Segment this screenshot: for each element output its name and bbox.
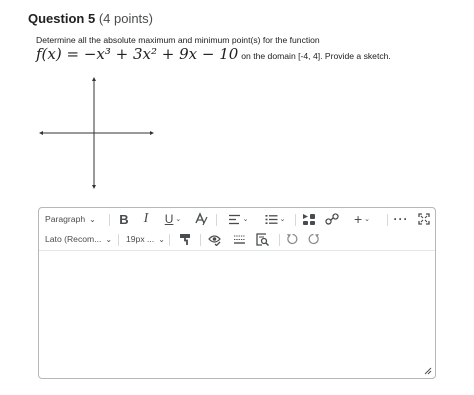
link-icon	[325, 213, 339, 225]
question-title: Question 5	[28, 11, 96, 26]
resize-grip-icon[interactable]	[424, 367, 432, 375]
font-size-value: 19px ...	[126, 234, 155, 244]
accessibility-check-button[interactable]	[204, 229, 224, 249]
chevron-down-icon: ⌄	[175, 216, 182, 223]
add-button[interactable]: + ⌄	[349, 209, 375, 229]
toolbar-row-1: Paragraph ⌄ B I U ⌄ ⌄ ⌄ + ⌄ ···	[39, 209, 435, 231]
undo-icon	[287, 233, 298, 245]
text-color-icon	[195, 212, 208, 226]
toolbar-separator	[200, 234, 201, 246]
toolbar-separator	[216, 214, 217, 226]
link-button[interactable]	[322, 209, 342, 229]
x-axis-left-arrow	[39, 131, 43, 135]
redo-button[interactable]	[305, 229, 323, 249]
underline-button[interactable]: U ⌄	[161, 209, 185, 229]
toolbar-separator	[169, 234, 170, 246]
x-axis-right-arrow	[150, 131, 154, 135]
equation-line: f(x) = −x³ + 3x² + 9x − 10 on the domain…	[36, 45, 391, 63]
question-header: Question 5 (4 points)	[28, 11, 153, 26]
font-family-select[interactable]: Lato (Recom... ⌄	[45, 229, 117, 249]
word-count-icon	[233, 235, 245, 244]
toolbar-separator	[279, 234, 280, 246]
insert-media-button[interactable]	[299, 209, 319, 229]
chevron-down-icon: ⌄	[279, 216, 286, 223]
editor-content-area[interactable]	[39, 251, 435, 378]
word-count-button[interactable]	[229, 229, 249, 249]
more-icon: ···	[393, 212, 409, 226]
toolbar-row-2: Lato (Recom... ⌄ 19px ... ⌄	[39, 229, 435, 251]
chevron-down-icon: ⌄	[364, 216, 371, 223]
bold-button[interactable]: B	[115, 209, 133, 229]
question-points: (4 points)	[98, 11, 154, 26]
more-button[interactable]: ···	[391, 209, 411, 229]
fullscreen-icon	[418, 213, 430, 225]
font-size-select[interactable]: 19px ... ⌄	[126, 229, 166, 249]
chevron-down-icon: ⌄	[158, 234, 165, 244]
question-prompt: Determine all the absolute maximum and m…	[36, 35, 320, 45]
y-axis-up-arrow	[92, 77, 96, 81]
rich-text-editor: Paragraph ⌄ B I U ⌄ ⌄ ⌄ + ⌄ ··· Lato (Re…	[38, 207, 436, 379]
chevron-down-icon: ⌄	[105, 234, 113, 244]
plus-icon: +	[353, 211, 363, 227]
paragraph-format-select[interactable]: Paragraph ⌄	[45, 209, 105, 229]
chevron-down-icon: ⌄	[89, 214, 96, 224]
coordinate-axes	[39, 77, 154, 189]
toolbar-separator	[109, 214, 110, 226]
y-axis-down-arrow	[92, 185, 96, 189]
chevron-down-icon: ⌄	[242, 216, 249, 223]
undo-button[interactable]	[283, 229, 301, 249]
text-color-button[interactable]	[192, 209, 210, 229]
insert-media-icon	[303, 213, 315, 225]
function-equation: f(x) = −x³ + 3x² + 9x − 10	[36, 45, 239, 63]
bold-icon: B	[119, 211, 129, 227]
accessibility-check-icon	[207, 234, 221, 246]
fullscreen-button[interactable]	[415, 209, 433, 229]
align-icon	[228, 214, 240, 224]
format-painter-icon	[180, 233, 190, 245]
italic-button[interactable]: I	[138, 209, 154, 229]
toolbar-separator	[118, 234, 119, 246]
toolbar-separator	[387, 214, 388, 226]
bullet-list-icon	[265, 214, 278, 224]
font-family-value: Lato (Recom...	[45, 234, 102, 244]
redo-icon	[308, 233, 319, 245]
domain-text: on the domain [-4, 4]. Provide a sketch.	[241, 51, 391, 61]
list-button[interactable]: ⌄	[261, 209, 289, 229]
paragraph-format-value: Paragraph	[45, 214, 86, 224]
preview-icon	[255, 232, 269, 246]
underline-icon: U	[164, 212, 174, 226]
preview-button[interactable]	[252, 229, 272, 249]
align-button[interactable]: ⌄	[224, 209, 252, 229]
italic-icon: I	[143, 211, 149, 226]
toolbar-separator	[295, 214, 296, 226]
format-painter-button[interactable]	[176, 229, 194, 249]
